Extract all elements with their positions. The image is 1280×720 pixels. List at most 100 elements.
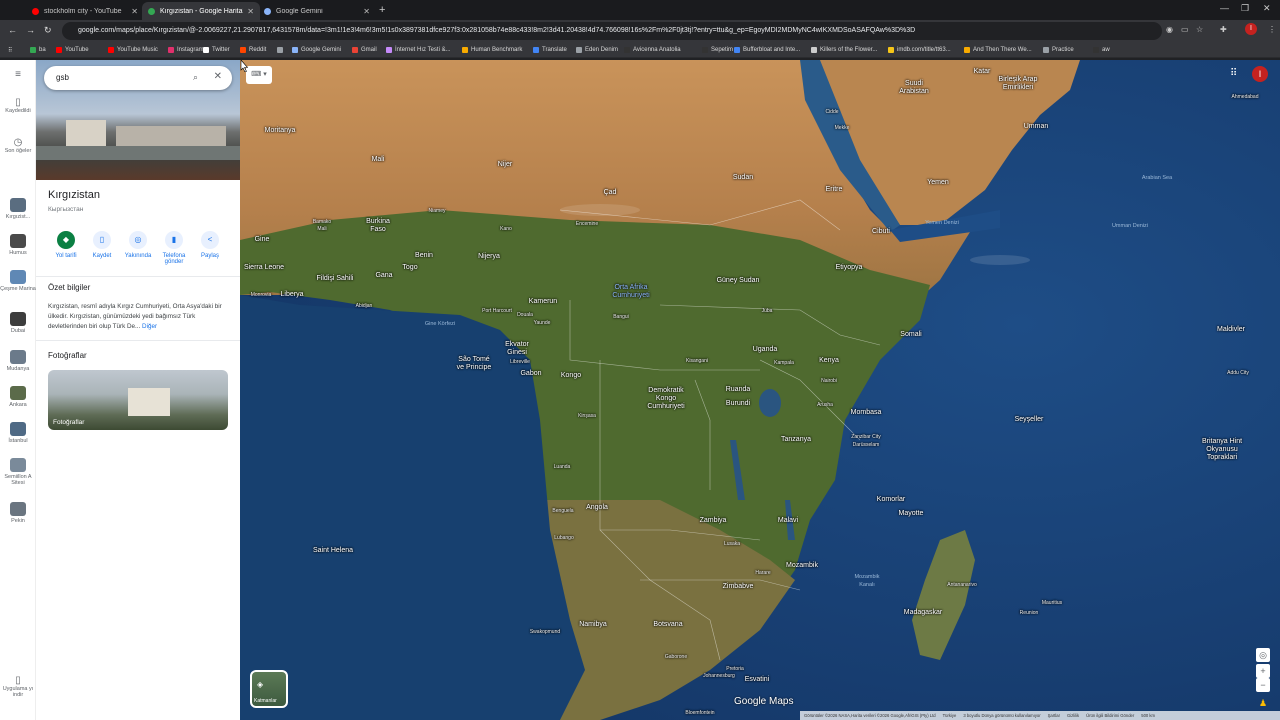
map-place-label[interactable]: Mozambik Kanalı	[854, 573, 879, 589]
map-place-label[interactable]: Etiyopya	[836, 264, 863, 272]
profile-avatar[interactable]: I	[1245, 23, 1257, 35]
map-place-label[interactable]: Reunion	[1020, 609, 1039, 617]
map-place-label[interactable]: Yemen Denizi	[925, 219, 959, 227]
bookmark-item[interactable]: Translate	[533, 44, 567, 56]
map-place-label[interactable]: Swakopmund	[530, 628, 560, 636]
new-tab-icon[interactable]: +	[379, 4, 385, 16]
map-place-label[interactable]: Burundi	[726, 400, 750, 408]
map-place-label[interactable]: Zanzibar City Darüsselam	[851, 433, 880, 449]
bookmark-item[interactable]: Avicenna Anatolia	[624, 44, 681, 56]
map-place-label[interactable]: Kano	[500, 225, 512, 233]
attribution-item[interactable]: Ürün ilgili Bildirimi Gönder	[1086, 713, 1134, 718]
map-place-label[interactable]: Demokratik Kongo Cumhuriyeti	[647, 387, 684, 411]
map-place-label[interactable]: Addu City	[1227, 369, 1249, 377]
cast-icon[interactable]: ▭	[1181, 25, 1189, 34]
search-icon[interactable]: ⌕	[193, 72, 198, 83]
map-place-label[interactable]: Çad	[604, 189, 617, 197]
attribution-item[interactable]: Gizlilik	[1067, 713, 1079, 718]
map-place-label[interactable]: Mombasa	[851, 409, 882, 417]
map-place-label[interactable]: Luanda	[554, 463, 571, 471]
map-place-label[interactable]: Harare	[755, 569, 770, 577]
map-place-label[interactable]: Britanya Hint Okyanusu Topraklari	[1202, 438, 1242, 462]
bookmark-item[interactable]: Google Gemini	[292, 44, 341, 56]
attribution-item[interactable]: Türkiye	[943, 713, 957, 718]
forward-icon[interactable]: →	[26, 25, 35, 35]
map-place-label[interactable]: Arabian Sea	[1142, 174, 1172, 182]
bookmark-item[interactable]: YouTube Music	[108, 44, 158, 56]
menu-button[interactable]: ≡	[0, 70, 36, 80]
keyboard-shortcuts-button[interactable]: ⌨ ▾	[246, 66, 272, 84]
map-place-label[interactable]: Cibuti	[872, 228, 890, 236]
map-place-label[interactable]: Niamey	[429, 207, 446, 215]
map-place-label[interactable]: Benguela	[552, 507, 573, 515]
attribution-item[interactable]: 500 km	[1141, 713, 1155, 718]
map-place-label[interactable]: Lubango	[554, 534, 573, 542]
recent-place-item[interactable]: Humus	[0, 234, 36, 256]
share-button[interactable]: < Paylaş	[192, 231, 228, 259]
tab-youtube[interactable]: stockholm city - YouTube ✕	[26, 2, 144, 20]
bookmark-item[interactable]: Gmail	[352, 44, 377, 56]
address-bar[interactable]: google.com/maps/place/Kırgızistan/@-2.00…	[62, 22, 1162, 40]
map-place-label[interactable]: Zambiya	[700, 517, 727, 525]
send-to-phone-button[interactable]: ▮ Telefona gönder	[156, 231, 192, 265]
more-link[interactable]: Diğer	[142, 323, 157, 330]
map-place-label[interactable]: Cidde	[825, 108, 838, 116]
map-place-label[interactable]: Ekvator Ginesi	[505, 341, 529, 357]
map-place-label[interactable]: Yaunde	[534, 319, 551, 327]
map-place-label[interactable]: Gine	[255, 236, 270, 244]
map-place-label[interactable]: Nairobi	[821, 377, 837, 385]
map-place-label[interactable]: Gabon	[520, 370, 541, 378]
attribution-item[interactable]: Şartlar	[1048, 713, 1060, 718]
map-place-label[interactable]: Moritanya	[265, 127, 296, 135]
directions-button[interactable]: ◆ Yol tarifi	[48, 231, 84, 259]
recent-button[interactable]: ◷ Son öğeler	[0, 138, 36, 155]
bookmark-item[interactable]: Bufferbloat and Inte...	[734, 44, 800, 56]
map-place-label[interactable]: Angola	[586, 504, 608, 512]
map-place-label[interactable]: Benin	[415, 252, 433, 260]
selected-place-label[interactable]: Orta Afrika Cumhuriyeti	[612, 284, 649, 300]
map-place-label[interactable]: Suudi Arabistan	[899, 80, 929, 96]
map-place-label[interactable]: Maldivler	[1217, 326, 1245, 334]
map-place-label[interactable]: Ruanda	[726, 386, 751, 394]
map-place-label[interactable]: Seyşeller	[1015, 416, 1044, 424]
bookmark-item[interactable]: Twitter	[203, 44, 230, 56]
map-place-label[interactable]: Liberya	[281, 291, 304, 299]
recent-place-item[interactable]: Ankara	[0, 386, 36, 408]
account-avatar[interactable]: I	[1252, 66, 1268, 82]
apps-shortcut-icon[interactable]: ⠿	[8, 44, 12, 56]
map-place-label[interactable]: Yemen	[927, 179, 949, 187]
my-location-button[interactable]: ◎	[1256, 648, 1270, 662]
recent-place-item[interactable]: Kırgızist...	[0, 198, 36, 220]
map-place-label[interactable]: Ahmedabad	[1232, 93, 1259, 101]
recent-place-item[interactable]: İstanbul	[0, 422, 36, 444]
map-place-label[interactable]: Juba	[762, 307, 773, 315]
map-place-label[interactable]: Saint Helena	[313, 547, 353, 555]
map-place-label[interactable]: Mali	[372, 156, 385, 164]
map-place-label[interactable]: Kampala	[774, 359, 794, 367]
pegman-icon[interactable]: ♟	[1256, 696, 1270, 710]
map-place-label[interactable]: Umman	[1024, 123, 1049, 131]
map-place-label[interactable]: Katar	[974, 68, 991, 76]
bookmark-item[interactable]: Killers of the Flower...	[811, 44, 877, 56]
map-place-label[interactable]: Sierra Leone	[244, 264, 284, 272]
close-tab-icon[interactable]: ✕	[363, 7, 370, 16]
map-place-label[interactable]: Malavi	[778, 517, 798, 525]
tab-google-maps[interactable]: Kırgızistan - Google Haritalar ✕	[142, 2, 260, 20]
bookmark-item[interactable]: İnternet Hız Testi &...	[386, 44, 451, 56]
map-place-label[interactable]: Gana	[375, 272, 392, 280]
map-place-label[interactable]: Mekke	[835, 124, 850, 132]
reload-icon[interactable]: ↻	[44, 25, 52, 36]
map-place-label[interactable]: Kamerun	[529, 298, 557, 306]
nearby-button[interactable]: ◎ Yakınında	[120, 231, 156, 259]
saved-button[interactable]: ▯ Kaydedildi	[0, 98, 36, 115]
get-app-button[interactable]: ▯ Uygulama yı indir	[0, 676, 36, 699]
map-place-label[interactable]: Encemine	[576, 220, 598, 228]
map-place-label[interactable]: Umman Denizi	[1112, 222, 1148, 230]
map-place-label[interactable]: Esvatini	[745, 676, 770, 684]
map-place-label[interactable]: Sudan	[733, 174, 753, 182]
map-place-label[interactable]: Libreville	[510, 358, 530, 366]
map-place-label[interactable]: Komorlar	[877, 496, 905, 504]
bookmark-item[interactable]: Practice	[1043, 44, 1074, 56]
map-place-label[interactable]: Kenya	[819, 357, 839, 365]
map-place-label[interactable]: Abidjan	[356, 302, 373, 310]
